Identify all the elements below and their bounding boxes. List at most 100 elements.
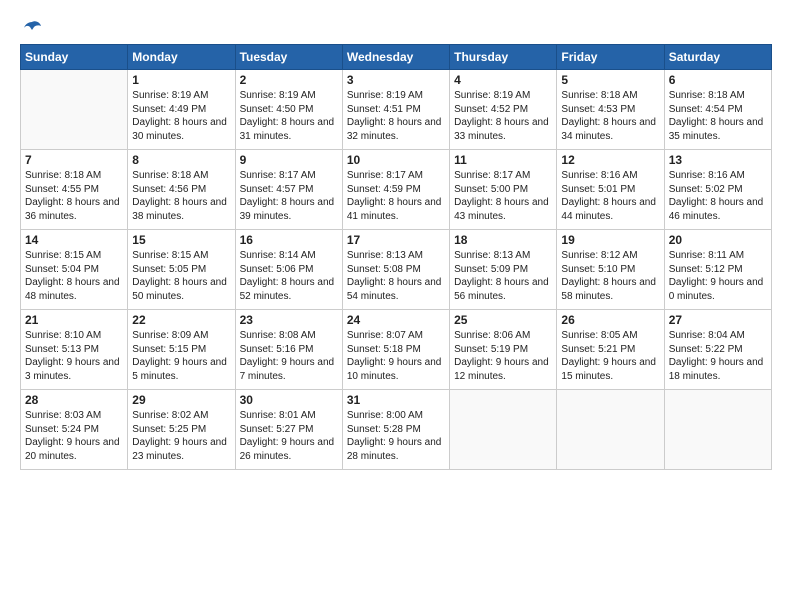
calendar-header-monday: Monday xyxy=(128,45,235,70)
calendar-header-wednesday: Wednesday xyxy=(342,45,449,70)
cell-info: Sunrise: 8:04 AM Sunset: 5:22 PM Dayligh… xyxy=(669,329,767,383)
calendar-cell: 8 Sunrise: 8:18 AM Sunset: 4:56 PM Dayli… xyxy=(128,150,235,230)
calendar-cell: 11 Sunrise: 8:17 AM Sunset: 5:00 PM Dayl… xyxy=(450,150,557,230)
calendar-cell: 30 Sunrise: 8:01 AM Sunset: 5:27 PM Dayl… xyxy=(235,390,342,470)
day-number: 23 xyxy=(240,313,338,327)
calendar-cell: 21 Sunrise: 8:10 AM Sunset: 5:13 PM Dayl… xyxy=(21,310,128,390)
calendar-week-row: 14 Sunrise: 8:15 AM Sunset: 5:04 PM Dayl… xyxy=(21,230,772,310)
calendar-cell: 20 Sunrise: 8:11 AM Sunset: 5:12 PM Dayl… xyxy=(664,230,771,310)
calendar-cell: 12 Sunrise: 8:16 AM Sunset: 5:01 PM Dayl… xyxy=(557,150,664,230)
calendar-header-tuesday: Tuesday xyxy=(235,45,342,70)
cell-info: Sunrise: 8:17 AM Sunset: 5:00 PM Dayligh… xyxy=(454,169,552,223)
header xyxy=(20,18,772,36)
calendar-cell: 4 Sunrise: 8:19 AM Sunset: 4:52 PM Dayli… xyxy=(450,70,557,150)
calendar-cell: 14 Sunrise: 8:15 AM Sunset: 5:04 PM Dayl… xyxy=(21,230,128,310)
cell-info: Sunrise: 8:01 AM Sunset: 5:27 PM Dayligh… xyxy=(240,409,338,463)
calendar-week-row: 21 Sunrise: 8:10 AM Sunset: 5:13 PM Dayl… xyxy=(21,310,772,390)
cell-info: Sunrise: 8:10 AM Sunset: 5:13 PM Dayligh… xyxy=(25,329,123,383)
day-number: 6 xyxy=(669,73,767,87)
calendar-header-saturday: Saturday xyxy=(664,45,771,70)
calendar-cell: 7 Sunrise: 8:18 AM Sunset: 4:55 PM Dayli… xyxy=(21,150,128,230)
cell-info: Sunrise: 8:08 AM Sunset: 5:16 PM Dayligh… xyxy=(240,329,338,383)
cell-info: Sunrise: 8:19 AM Sunset: 4:49 PM Dayligh… xyxy=(132,89,230,143)
calendar-cell: 16 Sunrise: 8:14 AM Sunset: 5:06 PM Dayl… xyxy=(235,230,342,310)
cell-info: Sunrise: 8:15 AM Sunset: 5:04 PM Dayligh… xyxy=(25,249,123,303)
calendar-cell: 1 Sunrise: 8:19 AM Sunset: 4:49 PM Dayli… xyxy=(128,70,235,150)
cell-info: Sunrise: 8:12 AM Sunset: 5:10 PM Dayligh… xyxy=(561,249,659,303)
calendar-cell: 31 Sunrise: 8:00 AM Sunset: 5:28 PM Dayl… xyxy=(342,390,449,470)
calendar-week-row: 1 Sunrise: 8:19 AM Sunset: 4:49 PM Dayli… xyxy=(21,70,772,150)
day-number: 30 xyxy=(240,393,338,407)
day-number: 12 xyxy=(561,153,659,167)
day-number: 20 xyxy=(669,233,767,247)
day-number: 18 xyxy=(454,233,552,247)
calendar-cell: 10 Sunrise: 8:17 AM Sunset: 4:59 PM Dayl… xyxy=(342,150,449,230)
calendar-cell xyxy=(664,390,771,470)
calendar-header-sunday: Sunday xyxy=(21,45,128,70)
cell-info: Sunrise: 8:06 AM Sunset: 5:19 PM Dayligh… xyxy=(454,329,552,383)
cell-info: Sunrise: 8:19 AM Sunset: 4:52 PM Dayligh… xyxy=(454,89,552,143)
calendar-week-row: 28 Sunrise: 8:03 AM Sunset: 5:24 PM Dayl… xyxy=(21,390,772,470)
cell-info: Sunrise: 8:16 AM Sunset: 5:02 PM Dayligh… xyxy=(669,169,767,223)
cell-info: Sunrise: 8:13 AM Sunset: 5:08 PM Dayligh… xyxy=(347,249,445,303)
calendar-cell: 23 Sunrise: 8:08 AM Sunset: 5:16 PM Dayl… xyxy=(235,310,342,390)
cell-info: Sunrise: 8:11 AM Sunset: 5:12 PM Dayligh… xyxy=(669,249,767,303)
calendar-cell: 29 Sunrise: 8:02 AM Sunset: 5:25 PM Dayl… xyxy=(128,390,235,470)
day-number: 3 xyxy=(347,73,445,87)
calendar-cell: 26 Sunrise: 8:05 AM Sunset: 5:21 PM Dayl… xyxy=(557,310,664,390)
calendar-cell: 18 Sunrise: 8:13 AM Sunset: 5:09 PM Dayl… xyxy=(450,230,557,310)
cell-info: Sunrise: 8:18 AM Sunset: 4:56 PM Dayligh… xyxy=(132,169,230,223)
calendar-cell xyxy=(450,390,557,470)
day-number: 11 xyxy=(454,153,552,167)
cell-info: Sunrise: 8:18 AM Sunset: 4:55 PM Dayligh… xyxy=(25,169,123,223)
cell-info: Sunrise: 8:13 AM Sunset: 5:09 PM Dayligh… xyxy=(454,249,552,303)
logo-text xyxy=(20,18,44,36)
calendar-cell: 5 Sunrise: 8:18 AM Sunset: 4:53 PM Dayli… xyxy=(557,70,664,150)
day-number: 1 xyxy=(132,73,230,87)
calendar-cell: 13 Sunrise: 8:16 AM Sunset: 5:02 PM Dayl… xyxy=(664,150,771,230)
cell-info: Sunrise: 8:19 AM Sunset: 4:50 PM Dayligh… xyxy=(240,89,338,143)
calendar-header-row: SundayMondayTuesdayWednesdayThursdayFrid… xyxy=(21,45,772,70)
day-number: 2 xyxy=(240,73,338,87)
cell-info: Sunrise: 8:17 AM Sunset: 4:59 PM Dayligh… xyxy=(347,169,445,223)
calendar-header-thursday: Thursday xyxy=(450,45,557,70)
calendar-cell: 2 Sunrise: 8:19 AM Sunset: 4:50 PM Dayli… xyxy=(235,70,342,150)
logo xyxy=(20,18,44,36)
calendar-cell xyxy=(557,390,664,470)
cell-info: Sunrise: 8:09 AM Sunset: 5:15 PM Dayligh… xyxy=(132,329,230,383)
cell-info: Sunrise: 8:18 AM Sunset: 4:53 PM Dayligh… xyxy=(561,89,659,143)
day-number: 17 xyxy=(347,233,445,247)
cell-info: Sunrise: 8:16 AM Sunset: 5:01 PM Dayligh… xyxy=(561,169,659,223)
calendar-cell: 17 Sunrise: 8:13 AM Sunset: 5:08 PM Dayl… xyxy=(342,230,449,310)
calendar-cell: 9 Sunrise: 8:17 AM Sunset: 4:57 PM Dayli… xyxy=(235,150,342,230)
day-number: 16 xyxy=(240,233,338,247)
calendar-cell: 19 Sunrise: 8:12 AM Sunset: 5:10 PM Dayl… xyxy=(557,230,664,310)
calendar-cell: 15 Sunrise: 8:15 AM Sunset: 5:05 PM Dayl… xyxy=(128,230,235,310)
day-number: 24 xyxy=(347,313,445,327)
cell-info: Sunrise: 8:14 AM Sunset: 5:06 PM Dayligh… xyxy=(240,249,338,303)
day-number: 7 xyxy=(25,153,123,167)
day-number: 29 xyxy=(132,393,230,407)
day-number: 28 xyxy=(25,393,123,407)
day-number: 26 xyxy=(561,313,659,327)
calendar-table: SundayMondayTuesdayWednesdayThursdayFrid… xyxy=(20,44,772,470)
calendar-cell: 6 Sunrise: 8:18 AM Sunset: 4:54 PM Dayli… xyxy=(664,70,771,150)
cell-info: Sunrise: 8:02 AM Sunset: 5:25 PM Dayligh… xyxy=(132,409,230,463)
day-number: 10 xyxy=(347,153,445,167)
page: SundayMondayTuesdayWednesdayThursdayFrid… xyxy=(0,0,792,612)
day-number: 21 xyxy=(25,313,123,327)
day-number: 13 xyxy=(669,153,767,167)
day-number: 5 xyxy=(561,73,659,87)
calendar-cell: 24 Sunrise: 8:07 AM Sunset: 5:18 PM Dayl… xyxy=(342,310,449,390)
cell-info: Sunrise: 8:17 AM Sunset: 4:57 PM Dayligh… xyxy=(240,169,338,223)
cell-info: Sunrise: 8:07 AM Sunset: 5:18 PM Dayligh… xyxy=(347,329,445,383)
logo-bird-icon xyxy=(21,18,43,40)
day-number: 19 xyxy=(561,233,659,247)
cell-info: Sunrise: 8:03 AM Sunset: 5:24 PM Dayligh… xyxy=(25,409,123,463)
cell-info: Sunrise: 8:00 AM Sunset: 5:28 PM Dayligh… xyxy=(347,409,445,463)
day-number: 8 xyxy=(132,153,230,167)
day-number: 9 xyxy=(240,153,338,167)
calendar-cell: 28 Sunrise: 8:03 AM Sunset: 5:24 PM Dayl… xyxy=(21,390,128,470)
day-number: 14 xyxy=(25,233,123,247)
calendar-cell: 25 Sunrise: 8:06 AM Sunset: 5:19 PM Dayl… xyxy=(450,310,557,390)
